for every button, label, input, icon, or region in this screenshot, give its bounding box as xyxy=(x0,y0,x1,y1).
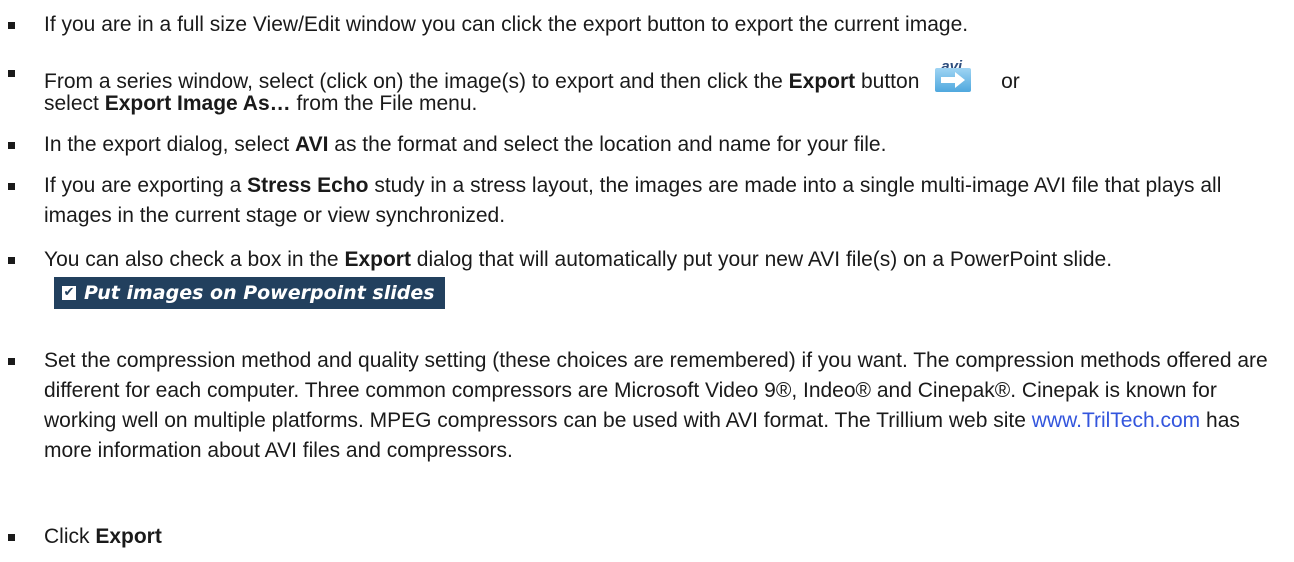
avi-export-icon: avi xyxy=(933,52,973,92)
list-item-text: button xyxy=(855,70,920,93)
list-item: Set the compression method and quality s… xyxy=(8,346,1279,466)
list-item-text: Click xyxy=(44,525,96,548)
bullet xyxy=(8,358,15,365)
list-item: From a series window, select (click on) … xyxy=(8,52,1279,118)
list-item-text: If you are exporting a xyxy=(44,174,248,197)
bullet xyxy=(8,534,15,541)
bullet xyxy=(8,142,15,149)
export-label: Export xyxy=(344,248,411,271)
export-label: Export xyxy=(95,525,162,548)
export-label: Export xyxy=(788,70,856,93)
list-item: Click Export xyxy=(8,522,1279,551)
powerpoint-checkbox[interactable]: ✔ Put images on Powerpoint slides xyxy=(54,277,445,309)
list-item: If you are exporting a Stress Echo study… xyxy=(8,171,1279,231)
list-item-text: You can also check a box in the xyxy=(44,248,345,271)
list-item-text: or xyxy=(1001,70,1020,93)
powerpoint-checkbox-label: Put images on Powerpoint slides xyxy=(84,282,435,304)
bullet xyxy=(8,257,15,264)
bullet xyxy=(8,183,15,190)
bullet xyxy=(8,22,15,29)
list-item-text: dialog that will automatically put your … xyxy=(410,248,1113,271)
triltech-link[interactable]: www.TrilTech.com xyxy=(1032,409,1200,432)
arrow-right-icon xyxy=(941,72,966,88)
export-image-as-label: Export Image As… xyxy=(104,92,291,115)
list-item: In the export dialog, select AVI as the … xyxy=(8,130,1279,159)
list-item: You can also check a box in the Export d… xyxy=(8,243,1279,313)
list-item: If you are in a full size View/Edit wind… xyxy=(8,10,1279,39)
list-item-text: as the format and select the location an… xyxy=(328,133,887,156)
list-item-text: select xyxy=(44,92,105,115)
bullet xyxy=(8,70,15,77)
avi-label: AVI xyxy=(295,133,329,156)
list-item-text: If you are in a full size View/Edit wind… xyxy=(44,13,969,36)
checkmark-icon: ✔ xyxy=(62,285,76,300)
list-item-text: from the File menu. xyxy=(290,92,478,115)
stress-echo-label: Stress Echo xyxy=(247,174,369,197)
document-page: If you are in a full size View/Edit wind… xyxy=(0,0,1294,562)
list-item-text: In the export dialog, select xyxy=(44,133,295,156)
